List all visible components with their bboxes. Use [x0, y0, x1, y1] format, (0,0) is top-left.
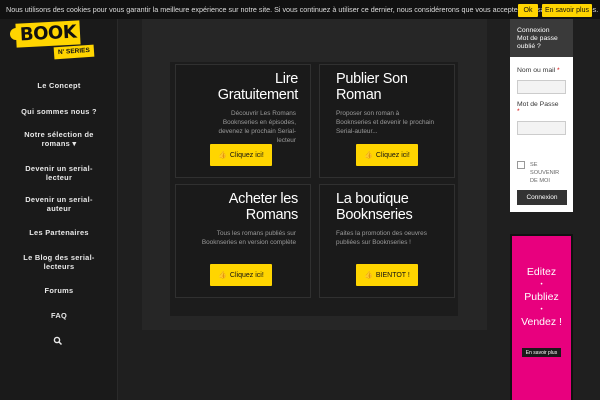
card-cta-button[interactable]: 👍 Cliquez ici!	[210, 264, 272, 286]
card-cta-button[interactable]: 👍 BIENTOT !	[356, 264, 418, 286]
ad-line-publiez: Publiez	[524, 291, 559, 303]
ad-bullet: •	[540, 307, 543, 313]
login-header: Connexion Mot de passe oublié ?	[510, 19, 573, 57]
cookie-bar: Nous utilisons des cookies pour vous gar…	[0, 0, 600, 19]
sidebar: BOOK N' SERIES Le Concept Qui sommes nou…	[0, 0, 118, 400]
card-title: Lire Gratuitement	[217, 71, 299, 103]
password-input[interactable]	[517, 121, 566, 135]
cookie-notice-text: Nous utilisons des cookies pour vous gar…	[6, 5, 599, 14]
nav-item-blog[interactable]: Le Blog des serial-lecteurs	[0, 253, 118, 271]
card-desc: Proposer son roman à Booknseries et deve…	[336, 110, 435, 135]
nav-item-serial-auteur[interactable]: Devenir un serial-auteur	[0, 195, 118, 213]
ad-banner[interactable]: Editez • Publiez • Vendez ! En savoir pl…	[510, 234, 573, 400]
username-label: Nom ou mail *	[517, 67, 560, 74]
password-label-text: Mot de Passe	[517, 101, 559, 108]
card-desc: Faites la promotion des oeuvres publiées…	[336, 230, 427, 246]
thumbs-up-icon: 👍	[364, 272, 373, 279]
login-widget: Connexion Mot de passe oublié ? Nom ou m…	[510, 19, 573, 212]
login-header-title: Connexion	[517, 27, 550, 34]
nav-item-partenaires[interactable]: Les Partenaires	[0, 228, 118, 237]
nav-item-faq[interactable]: FAQ	[0, 311, 118, 320]
card-cta-button[interactable]: 👍 Cliquez ici!	[356, 144, 418, 166]
card-cta-label: BIENTOT !	[375, 271, 410, 279]
card-acheter-romans: Acheter les Romans Tous les romans publi…	[175, 184, 311, 298]
thumbs-up-icon: 👍	[218, 272, 227, 279]
username-input[interactable]	[517, 80, 566, 94]
nav-item-le-concept[interactable]: Le Concept	[0, 81, 118, 90]
card-title: Acheter les Romans	[228, 191, 299, 223]
card-cta-label: Cliquez ici!	[375, 151, 410, 159]
required-mark: *	[517, 108, 520, 115]
thumbs-up-icon: 👍	[218, 152, 227, 159]
ad-line-editez: Editez	[526, 266, 557, 278]
logo-main-text: BOOK	[15, 20, 81, 48]
ad-background: Editez • Publiez • Vendez ! En savoir pl…	[512, 236, 571, 400]
site-logo[interactable]: BOOK N' SERIES	[10, 20, 106, 60]
username-label-text: Nom ou mail	[517, 67, 556, 74]
card-title: Publier Son Roman	[336, 71, 408, 103]
forgot-password-link[interactable]: Mot de passe oublié ?	[517, 35, 573, 51]
thumbs-up-icon: 👍	[364, 152, 373, 159]
required-mark: *	[557, 67, 560, 74]
remember-me-checkbox[interactable]	[517, 161, 525, 169]
card-boutique: La boutique Booknseries Faites la promot…	[319, 184, 455, 298]
cookie-more-button[interactable]: En savoir plus	[542, 4, 592, 17]
ad-bullet: •	[540, 282, 543, 288]
card-desc: Découvrir Les Romans Booknseries en épis…	[218, 110, 296, 144]
card-cta-label: Cliquez ici!	[229, 151, 264, 159]
card-cta-label: Cliquez ici!	[229, 271, 264, 279]
card-lire-gratuitement: Lire Gratuitement Découvrir Les Romans B…	[175, 64, 311, 178]
ad-more-button[interactable]: En savoir plus	[522, 348, 561, 357]
ad-line-vendez: Vendez !	[521, 316, 562, 328]
logo-sub-text: N' SERIES	[53, 44, 95, 60]
cookie-ok-button[interactable]: Ok	[518, 4, 538, 17]
card-cta-button[interactable]: 👍 Cliquez ici!	[210, 144, 272, 166]
card-desc: Tous les romans publiés sur Booknseries …	[201, 230, 296, 246]
login-submit-button[interactable]: Connexion	[517, 190, 567, 205]
card-title: La boutique Booknseries	[336, 191, 413, 223]
password-label: Mot de Passe *	[517, 101, 569, 115]
nav-item-forums[interactable]: Forums	[0, 286, 118, 295]
search-icon[interactable]	[52, 335, 64, 347]
remember-me-label: SE SOUVENIR DE MOI	[530, 162, 560, 184]
nav-item-qui-sommes-nous[interactable]: Qui sommes nous ?	[0, 107, 118, 116]
card-publier-roman: Publier Son Roman Proposer son roman à B…	[319, 64, 455, 178]
nav-item-serial-lecteur[interactable]: Devenir un serial-lecteur	[0, 164, 118, 182]
nav-item-selection-romans[interactable]: Notre sélection de romans ▾	[0, 130, 118, 148]
